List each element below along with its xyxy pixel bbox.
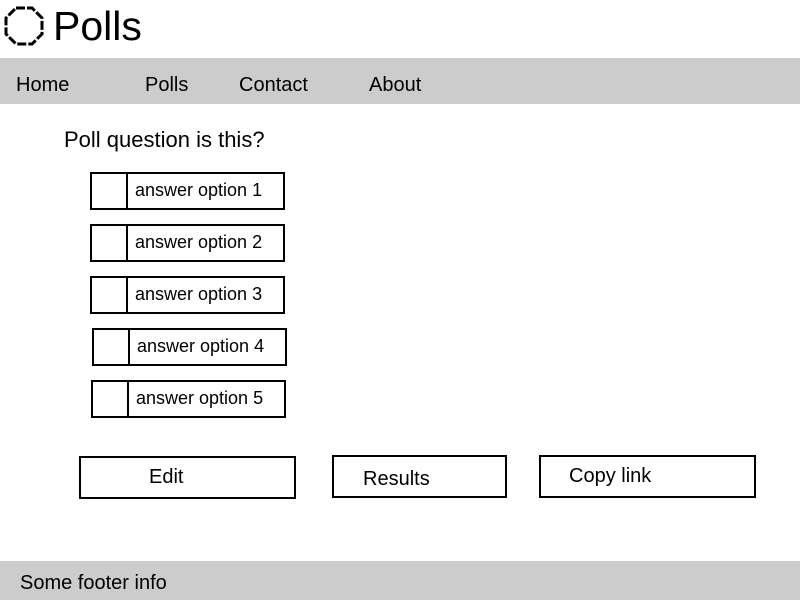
answer-option-3[interactable]: answer option 3 xyxy=(90,276,285,314)
edit-button[interactable]: Edit xyxy=(79,456,296,499)
app-title: Polls xyxy=(53,3,142,49)
option-checkbox[interactable] xyxy=(92,174,128,208)
footer: Some footer info xyxy=(0,561,800,600)
option-label: answer option 5 xyxy=(136,388,264,408)
option-label: answer option 1 xyxy=(135,180,263,200)
nav-item-home[interactable]: Home xyxy=(16,58,69,104)
answer-option-1[interactable]: answer option 1 xyxy=(90,172,285,210)
option-checkbox[interactable] xyxy=(92,226,128,260)
results-button[interactable]: Results xyxy=(332,455,507,498)
copy-link-button[interactable]: Copy link xyxy=(539,455,756,498)
answer-option-4[interactable]: answer option 4 xyxy=(92,328,287,366)
option-label: answer option 3 xyxy=(135,284,263,304)
footer-text: Some footer info xyxy=(20,572,167,594)
octagon-icon xyxy=(4,6,44,46)
option-checkbox[interactable] xyxy=(92,278,128,312)
option-label: answer option 2 xyxy=(135,232,263,252)
answer-option-2[interactable]: answer option 2 xyxy=(90,224,285,262)
option-checkbox[interactable] xyxy=(94,330,130,364)
nav-item-about[interactable]: About xyxy=(369,58,421,104)
nav-item-contact[interactable]: Contact xyxy=(239,58,308,104)
page: Polls Home Polls Contact About Poll ques… xyxy=(0,0,800,600)
option-checkbox[interactable] xyxy=(93,382,129,416)
nav-item-polls[interactable]: Polls xyxy=(145,58,188,104)
answer-option-5[interactable]: answer option 5 xyxy=(91,380,286,418)
nav-bar: Home Polls Contact About xyxy=(0,58,800,104)
option-label: answer option 4 xyxy=(137,336,265,356)
poll-question: Poll question is this? xyxy=(64,127,265,152)
